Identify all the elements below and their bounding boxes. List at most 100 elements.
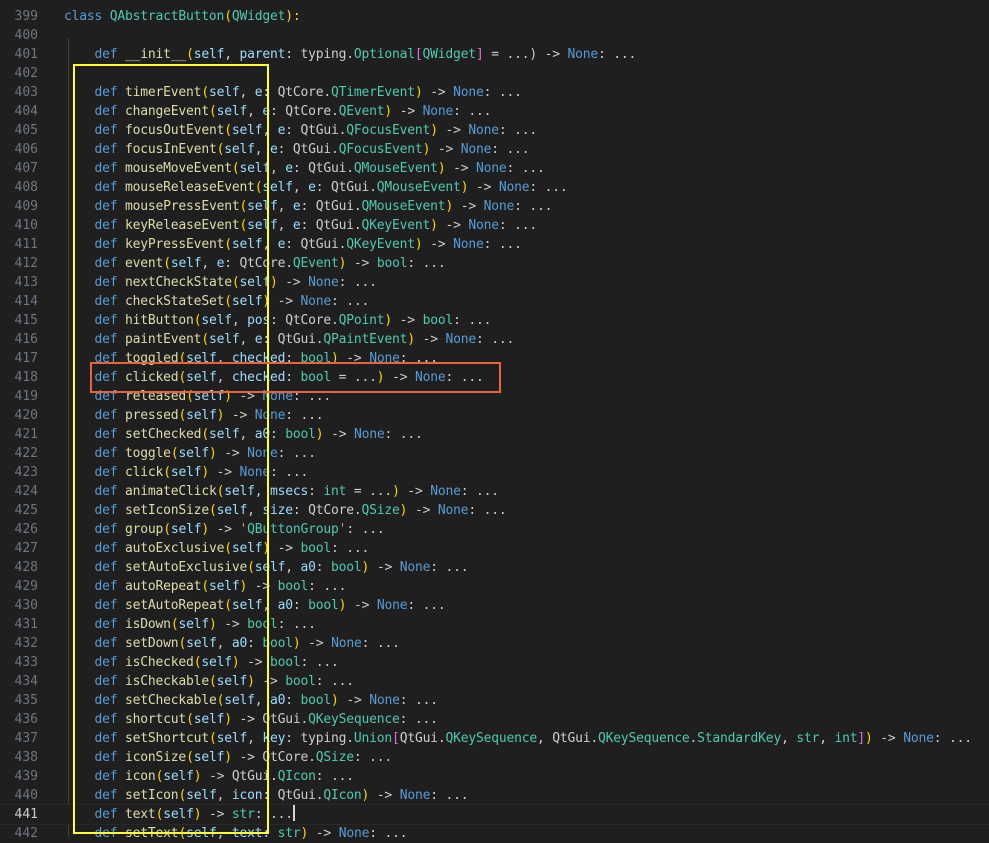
line-number: 406 [14,142,38,157]
code-text: def changeEvent(self, e: QtCore.QEvent) … [64,102,492,121]
code-line[interactable]: 431 def isDown(self) -> bool: ... [0,615,989,634]
code-editor[interactable]: 399 class QAbstractButton(QWidget): 400 401… [0,0,989,841]
code-line[interactable]: 417 def toggled(self, checked: bool) -> … [0,349,989,368]
code-token: self [170,465,202,480]
code-token: : ... [506,161,545,176]
code-line[interactable]: 410 def keyReleaseEvent(self, e: QtGui.Q… [0,216,989,235]
line-number: 422 [14,446,38,461]
code-token: def [94,579,118,594]
code-token: self [262,180,293,195]
code-line[interactable]: 432 def setDown(self, a0: bool) -> None:… [0,634,989,653]
code-line[interactable]: 440 def setIcon(self, icon: QtGui.QIcon)… [0,786,989,805]
code-token: class [64,9,103,24]
code-token: setIconSize [125,503,209,518]
code-line[interactable]: 401 def __init__(self, parent: typing.Op… [0,45,989,64]
code-line[interactable]: 424 def animateClick(self, msecs: int = … [0,482,989,501]
code-line[interactable]: 421 def setChecked(self, a0: bool) -> No… [0,425,989,444]
code-line[interactable]: 428 def setAutoExclusive(self, a0: bool)… [0,558,989,577]
code-token: : ... [353,750,393,765]
code-line[interactable]: 419 def released(self) -> None: ... [0,387,989,406]
code-line[interactable]: 418 def clicked(self, checked: bool = ..… [0,368,989,387]
code-line[interactable]: 436 def shortcut(self) -> QtGui.QKeySequ… [0,710,989,729]
code-token: ( [224,9,232,24]
line-number: 399 [14,9,38,24]
code-token: def [94,47,118,62]
code-token: toggle [125,446,171,461]
code-line[interactable]: 442 def setText(self, text: str) -> None… [0,824,989,843]
code-line[interactable]: 435 def setCheckable(self, a0: bool) -> … [0,691,989,710]
code-line[interactable]: 400 [0,26,989,45]
code-line[interactable]: 429 def autoRepeat(self) -> bool: ... [0,577,989,596]
code-token: QWidget [231,9,286,24]
code-token: -> [369,560,400,575]
code-line[interactable]: 403 def timerEvent(self, e: QtCore.QTime… [0,83,989,102]
code-line[interactable]: 405 def focusOutEvent(self, e: QtGui.QFo… [0,121,989,140]
code-line[interactable]: 426 def group(self) -> 'QButtonGroup': .… [0,520,989,539]
code-token: ) [201,522,209,537]
code-line[interactable]: 425 def setIconSize(self, size: QtCore.Q… [0,501,989,520]
code-token: QWidget [422,47,477,62]
code-line[interactable]: 409 def mousePressEvent(self, e: QtGui.Q… [0,197,989,216]
code-token: def [94,199,118,214]
code-token: bool [247,617,278,632]
code-line[interactable]: 416 def paintEvent(self, e: QtGui.QPaint… [0,330,989,349]
code-line[interactable]: 433 def isChecked(self) -> bool: ... [0,653,989,672]
code-line[interactable]: 437 def setShortcut(self, key: typing.Un… [0,729,989,748]
code-line[interactable]: 441 def text(self) -> str: ... [0,804,989,825]
code-line[interactable]: 438 def iconSize(self) -> QtCore.QSize: … [0,748,989,767]
code-line[interactable]: 404 def changeEvent(self, e: QtCore.QEve… [0,102,989,121]
code-token: def [94,123,118,138]
code-line[interactable]: 434 def isCheckable(self) -> bool: ... [0,672,989,691]
code-token: self [254,560,286,575]
code-line[interactable]: 399 class QAbstractButton(QWidget): [0,7,989,26]
code-line[interactable]: 427 def autoExclusive(self) -> bool: ... [0,539,989,558]
code-line[interactable]: 407 def mouseMoveEvent(self, e: QtGui.QM… [0,159,989,178]
code-token: None [430,484,461,499]
code-token: : ... [491,142,530,157]
line-number: 441 [14,807,38,822]
code-token: self [186,408,217,423]
code-line[interactable]: 414 def checkStateSet(self) -> None: ... [0,292,989,311]
code-line[interactable]: 423 def click(self) -> None: ... [0,463,989,482]
code-line[interactable]: 415 def hitButton(self, pos: QtCore.QPoi… [0,311,989,330]
code-token: text [125,807,156,822]
code-text: def isCheckable(self) -> bool: ... [64,672,355,691]
code-token: changeEvent [125,104,209,119]
code-token: setCheckable [125,693,217,708]
code-line[interactable]: 408 def mouseReleaseEvent(self, e: QtGui… [0,178,989,197]
code-token: def [94,256,118,271]
code-token: , [224,47,240,62]
code-token: setChecked [125,427,202,442]
code-line[interactable]: 420 def pressed(self) -> None: ... [0,406,989,425]
code-token: def [94,693,118,708]
code-token: ) [224,389,232,404]
code-line[interactable]: 439 def icon(self) -> QtGui.QIcon: ... [0,767,989,786]
code-line[interactable]: 430 def setAutoRepeat(self, a0: bool) ->… [0,596,989,615]
code-line[interactable]: 406 def focusInEvent(self, e: QtGui.QFoc… [0,140,989,159]
code-token: -> [216,446,248,461]
code-line[interactable]: 412 def event(self, e: QtCore.QEvent) ->… [0,254,989,273]
code-token: ( [186,47,194,62]
code-line[interactable]: 402 [0,64,989,83]
code-line[interactable]: 422 def toggle(self) -> None: ... [0,444,989,463]
code-token: None [468,218,499,233]
code-line[interactable]: 413 def nextCheckState(self) -> None: ..… [0,273,989,292]
line-number: 414 [14,294,38,309]
code-token: , [254,484,270,499]
code-token: : ... [430,788,469,803]
code-line[interactable]: 411 def keyPressEvent(self, e: QtGui.QKe… [0,235,989,254]
code-token: : ... [498,218,537,233]
code-token: def [94,617,118,632]
code-token: : ... [369,826,408,841]
